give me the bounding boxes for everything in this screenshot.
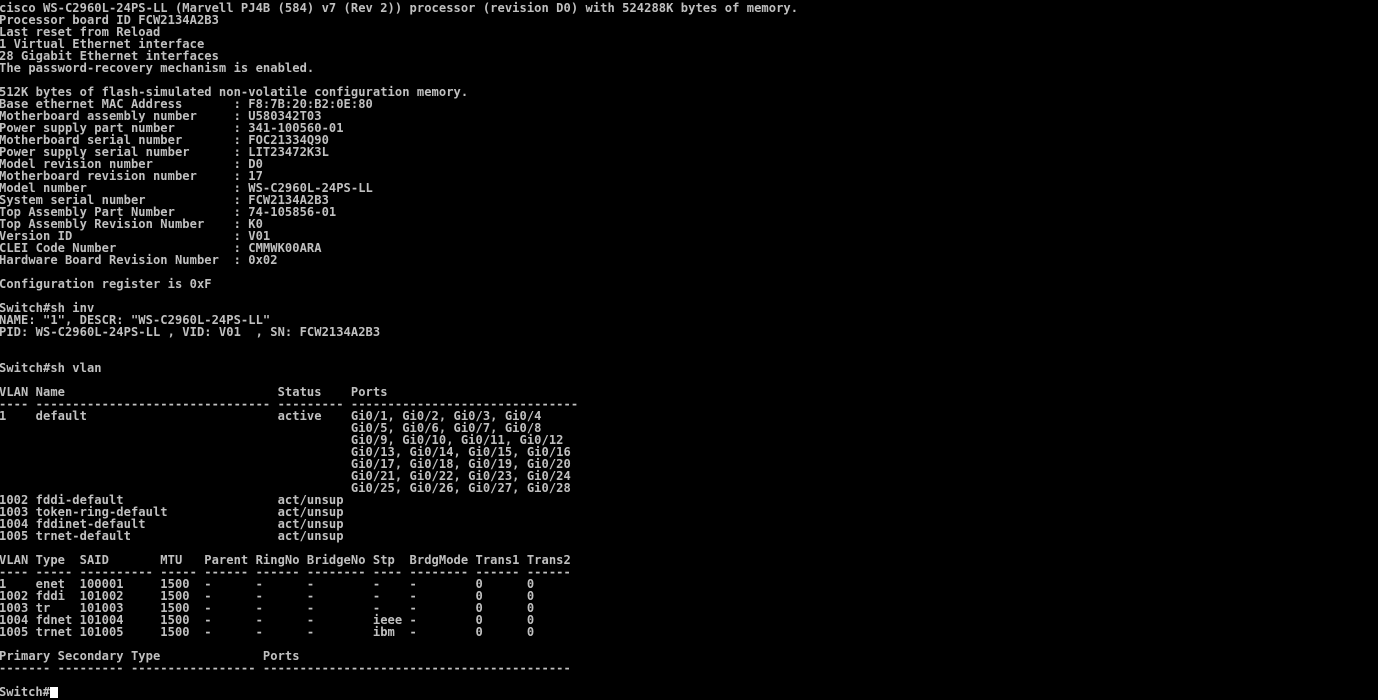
terminal-line: Hardware Board Revision Number : 0x02 [0,253,278,267]
terminal-line: PID: WS-C2960L-24PS-LL , VID: V01 , SN: … [0,325,381,339]
terminal-line: Switch#sh vlan [0,361,102,375]
command-prompt[interactable]: Switch# [0,686,58,698]
terminal-line: 1005 trnet-default act/unsup [0,529,344,543]
terminal-window[interactable]: cisco WS-C2960L-24PS-LL (Marvell PJ4B (5… [0,0,1378,700]
text-cursor [49,687,58,698]
terminal-line: ------- --------- ----------------- ----… [0,661,571,675]
terminal-line: 1005 trnet 101005 1500 - - - ibm - 0 0 [0,625,535,639]
terminal-line: The password-recovery mechanism is enabl… [0,61,315,75]
terminal-line: Configuration register is 0xF [0,277,212,291]
prompt-text: Switch# [0,685,50,699]
